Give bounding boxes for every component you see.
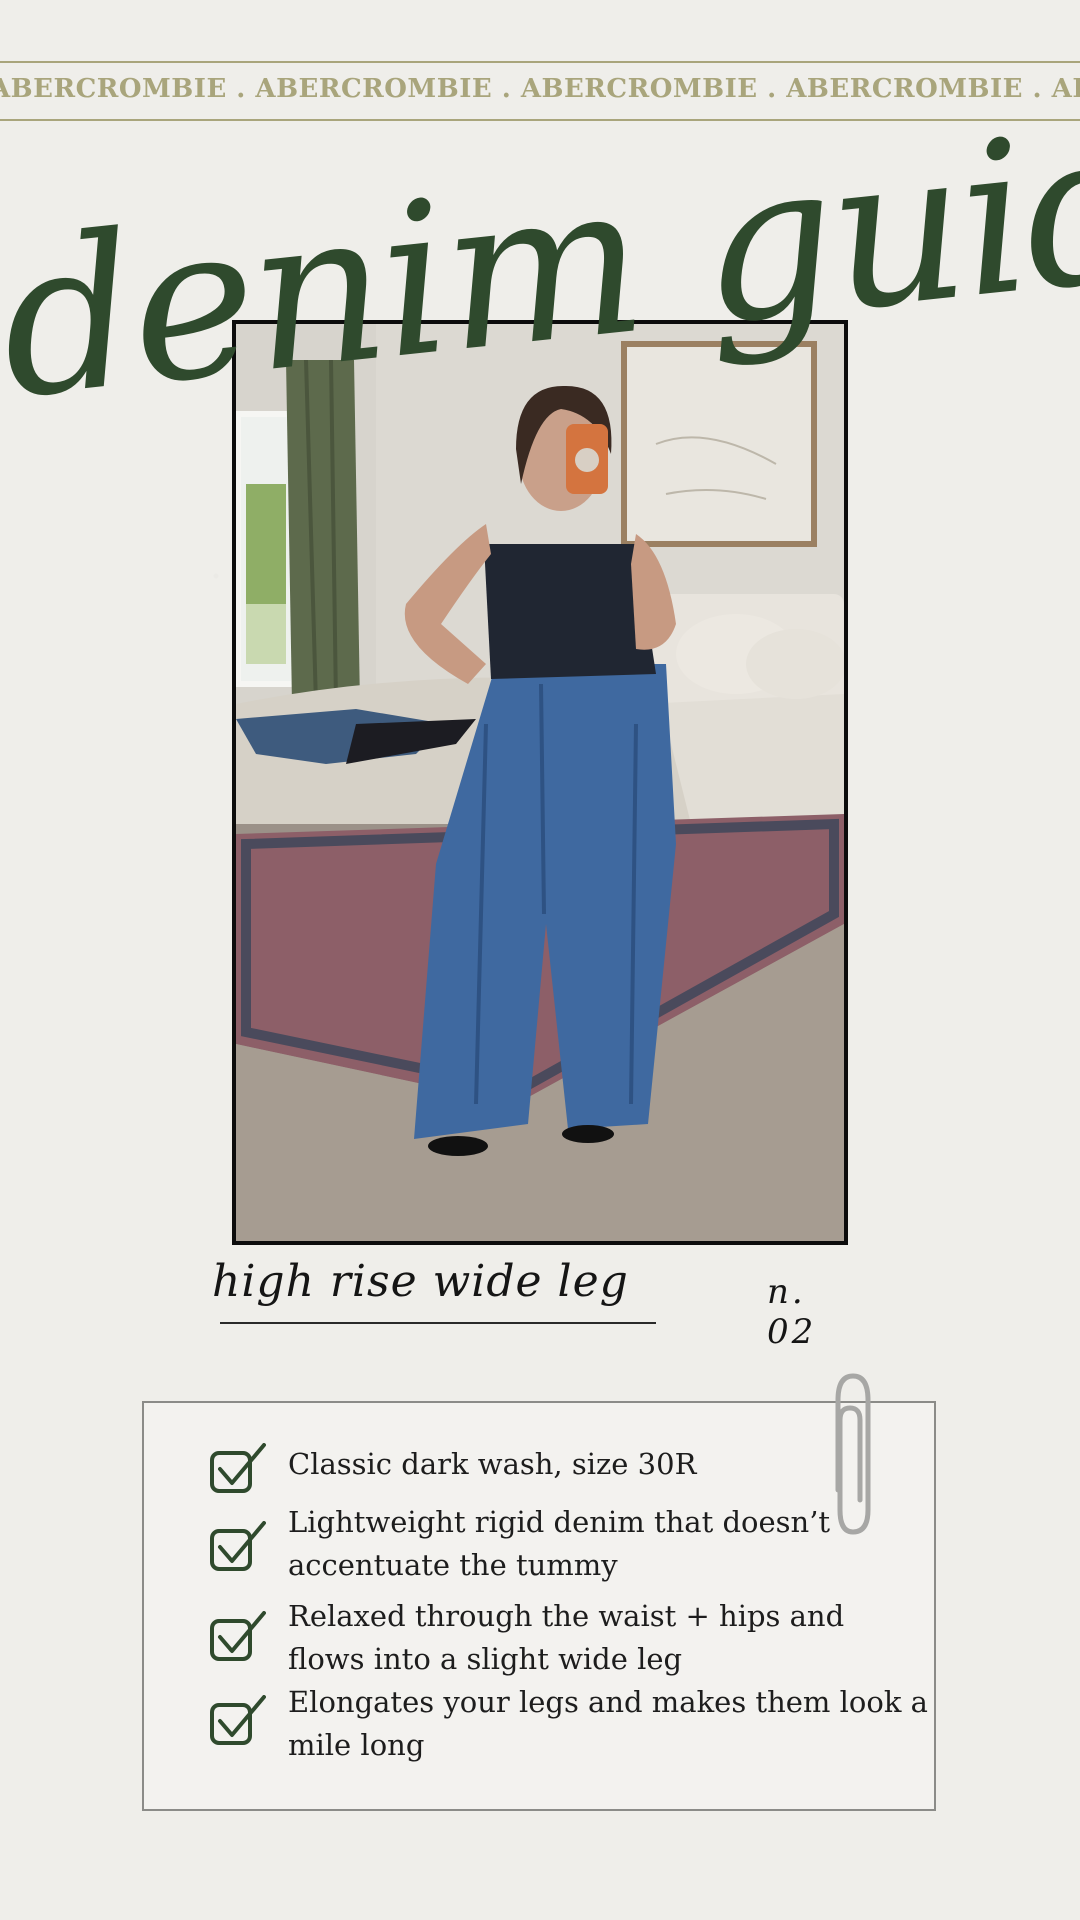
checkbox-checked-icon xyxy=(210,1521,266,1571)
paperclip-icon xyxy=(835,1373,871,1535)
outfit-photo-illustration xyxy=(236,324,844,1241)
brand-banner-text: ABERCROMBIE . ABERCROMBIE . ABERCROMBIE … xyxy=(0,74,1080,104)
feature-text: Relaxed through the waist + hips and flo… xyxy=(288,1599,845,1676)
feature-card: Classic dark wash, size 30R Lightweight … xyxy=(142,1401,936,1811)
style-caption: high rise wide leg n. 02 xyxy=(212,1256,862,1352)
feature-text: Elongates your legs and makes them look … xyxy=(288,1685,928,1762)
checkbox-checked-icon xyxy=(210,1443,266,1493)
checkbox-checked-icon xyxy=(210,1611,266,1661)
outfit-photo xyxy=(232,320,848,1245)
brand-banner: ABERCROMBIE . ABERCROMBIE . ABERCROMBIE … xyxy=(0,61,1080,121)
checkbox-checked-icon xyxy=(210,1695,266,1745)
guide-number: n. 02 xyxy=(767,1272,817,1352)
caption-underline xyxy=(220,1322,656,1324)
style-name: high rise wide leg xyxy=(212,1256,629,1307)
